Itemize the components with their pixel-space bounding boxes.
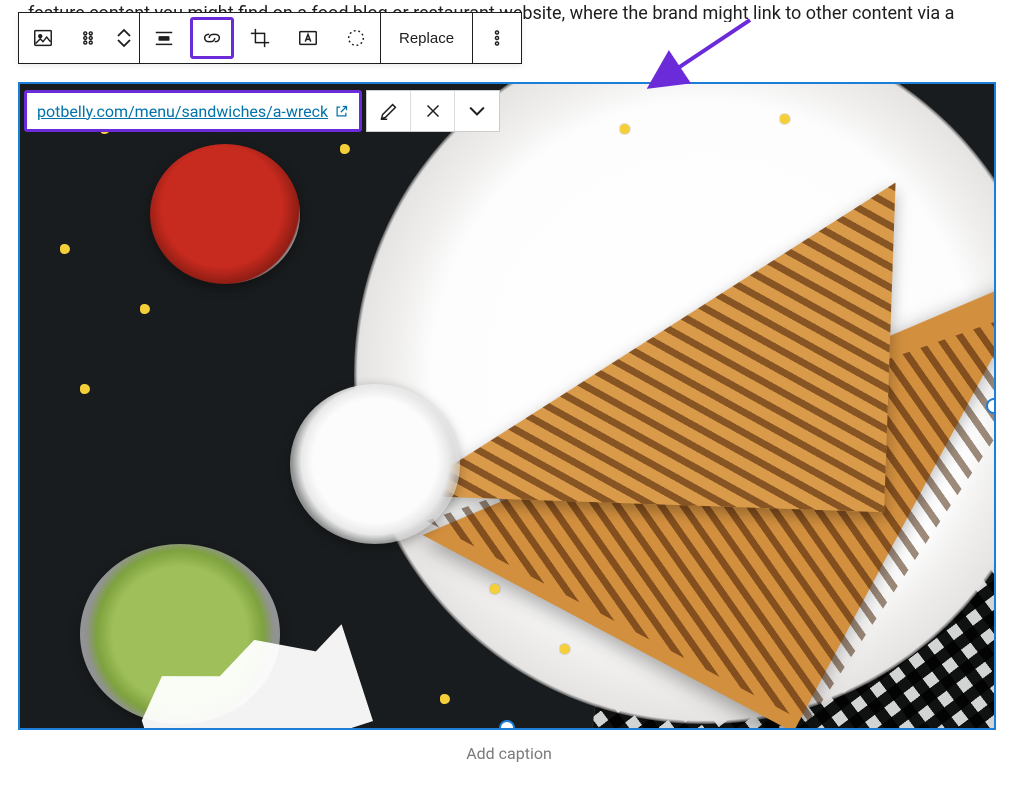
image-caption-input[interactable]: Add caption [18, 744, 1000, 763]
crop-button[interactable] [236, 13, 284, 63]
link-icon [201, 27, 223, 49]
link-url-text[interactable]: potbelly.com/menu/sandwiches/a-wreck [37, 102, 328, 121]
text-overlay-button[interactable] [284, 13, 332, 63]
align-icon [153, 27, 175, 49]
resize-handle-bottom[interactable] [499, 720, 515, 730]
dotted-circle-icon [345, 27, 367, 49]
insert-link-button[interactable] [190, 17, 234, 59]
text-overlay-icon [297, 27, 319, 49]
chevron-down-icon [117, 39, 131, 47]
move-up-down-button[interactable] [109, 13, 139, 63]
kebab-icon [486, 27, 508, 49]
link-popover: potbelly.com/menu/sandwiches/a-wreck [24, 90, 500, 132]
image-block[interactable] [18, 82, 996, 730]
link-settings-button[interactable] [455, 91, 499, 131]
more-options-button[interactable] [473, 13, 521, 63]
drag-handle-button[interactable] [67, 13, 109, 63]
remove-link-button[interactable] [411, 91, 455, 131]
align-button[interactable] [140, 13, 188, 63]
close-icon [422, 100, 444, 122]
food-photo [20, 84, 994, 728]
chevron-up-icon [117, 29, 131, 37]
resize-handle-right[interactable] [986, 398, 996, 414]
block-toolbar: Replace [18, 12, 522, 64]
block-type-image-button[interactable] [19, 13, 67, 63]
image-icon [32, 27, 54, 49]
crop-icon [249, 27, 271, 49]
replace-button[interactable]: Replace [381, 13, 472, 63]
external-link-icon [334, 104, 349, 119]
drag-icon [77, 27, 99, 49]
pencil-icon [378, 100, 400, 122]
link-url-box[interactable]: potbelly.com/menu/sandwiches/a-wreck [24, 90, 362, 132]
edit-link-button[interactable] [367, 91, 411, 131]
duotone-button[interactable] [332, 13, 380, 63]
chevron-down-icon [469, 106, 485, 116]
